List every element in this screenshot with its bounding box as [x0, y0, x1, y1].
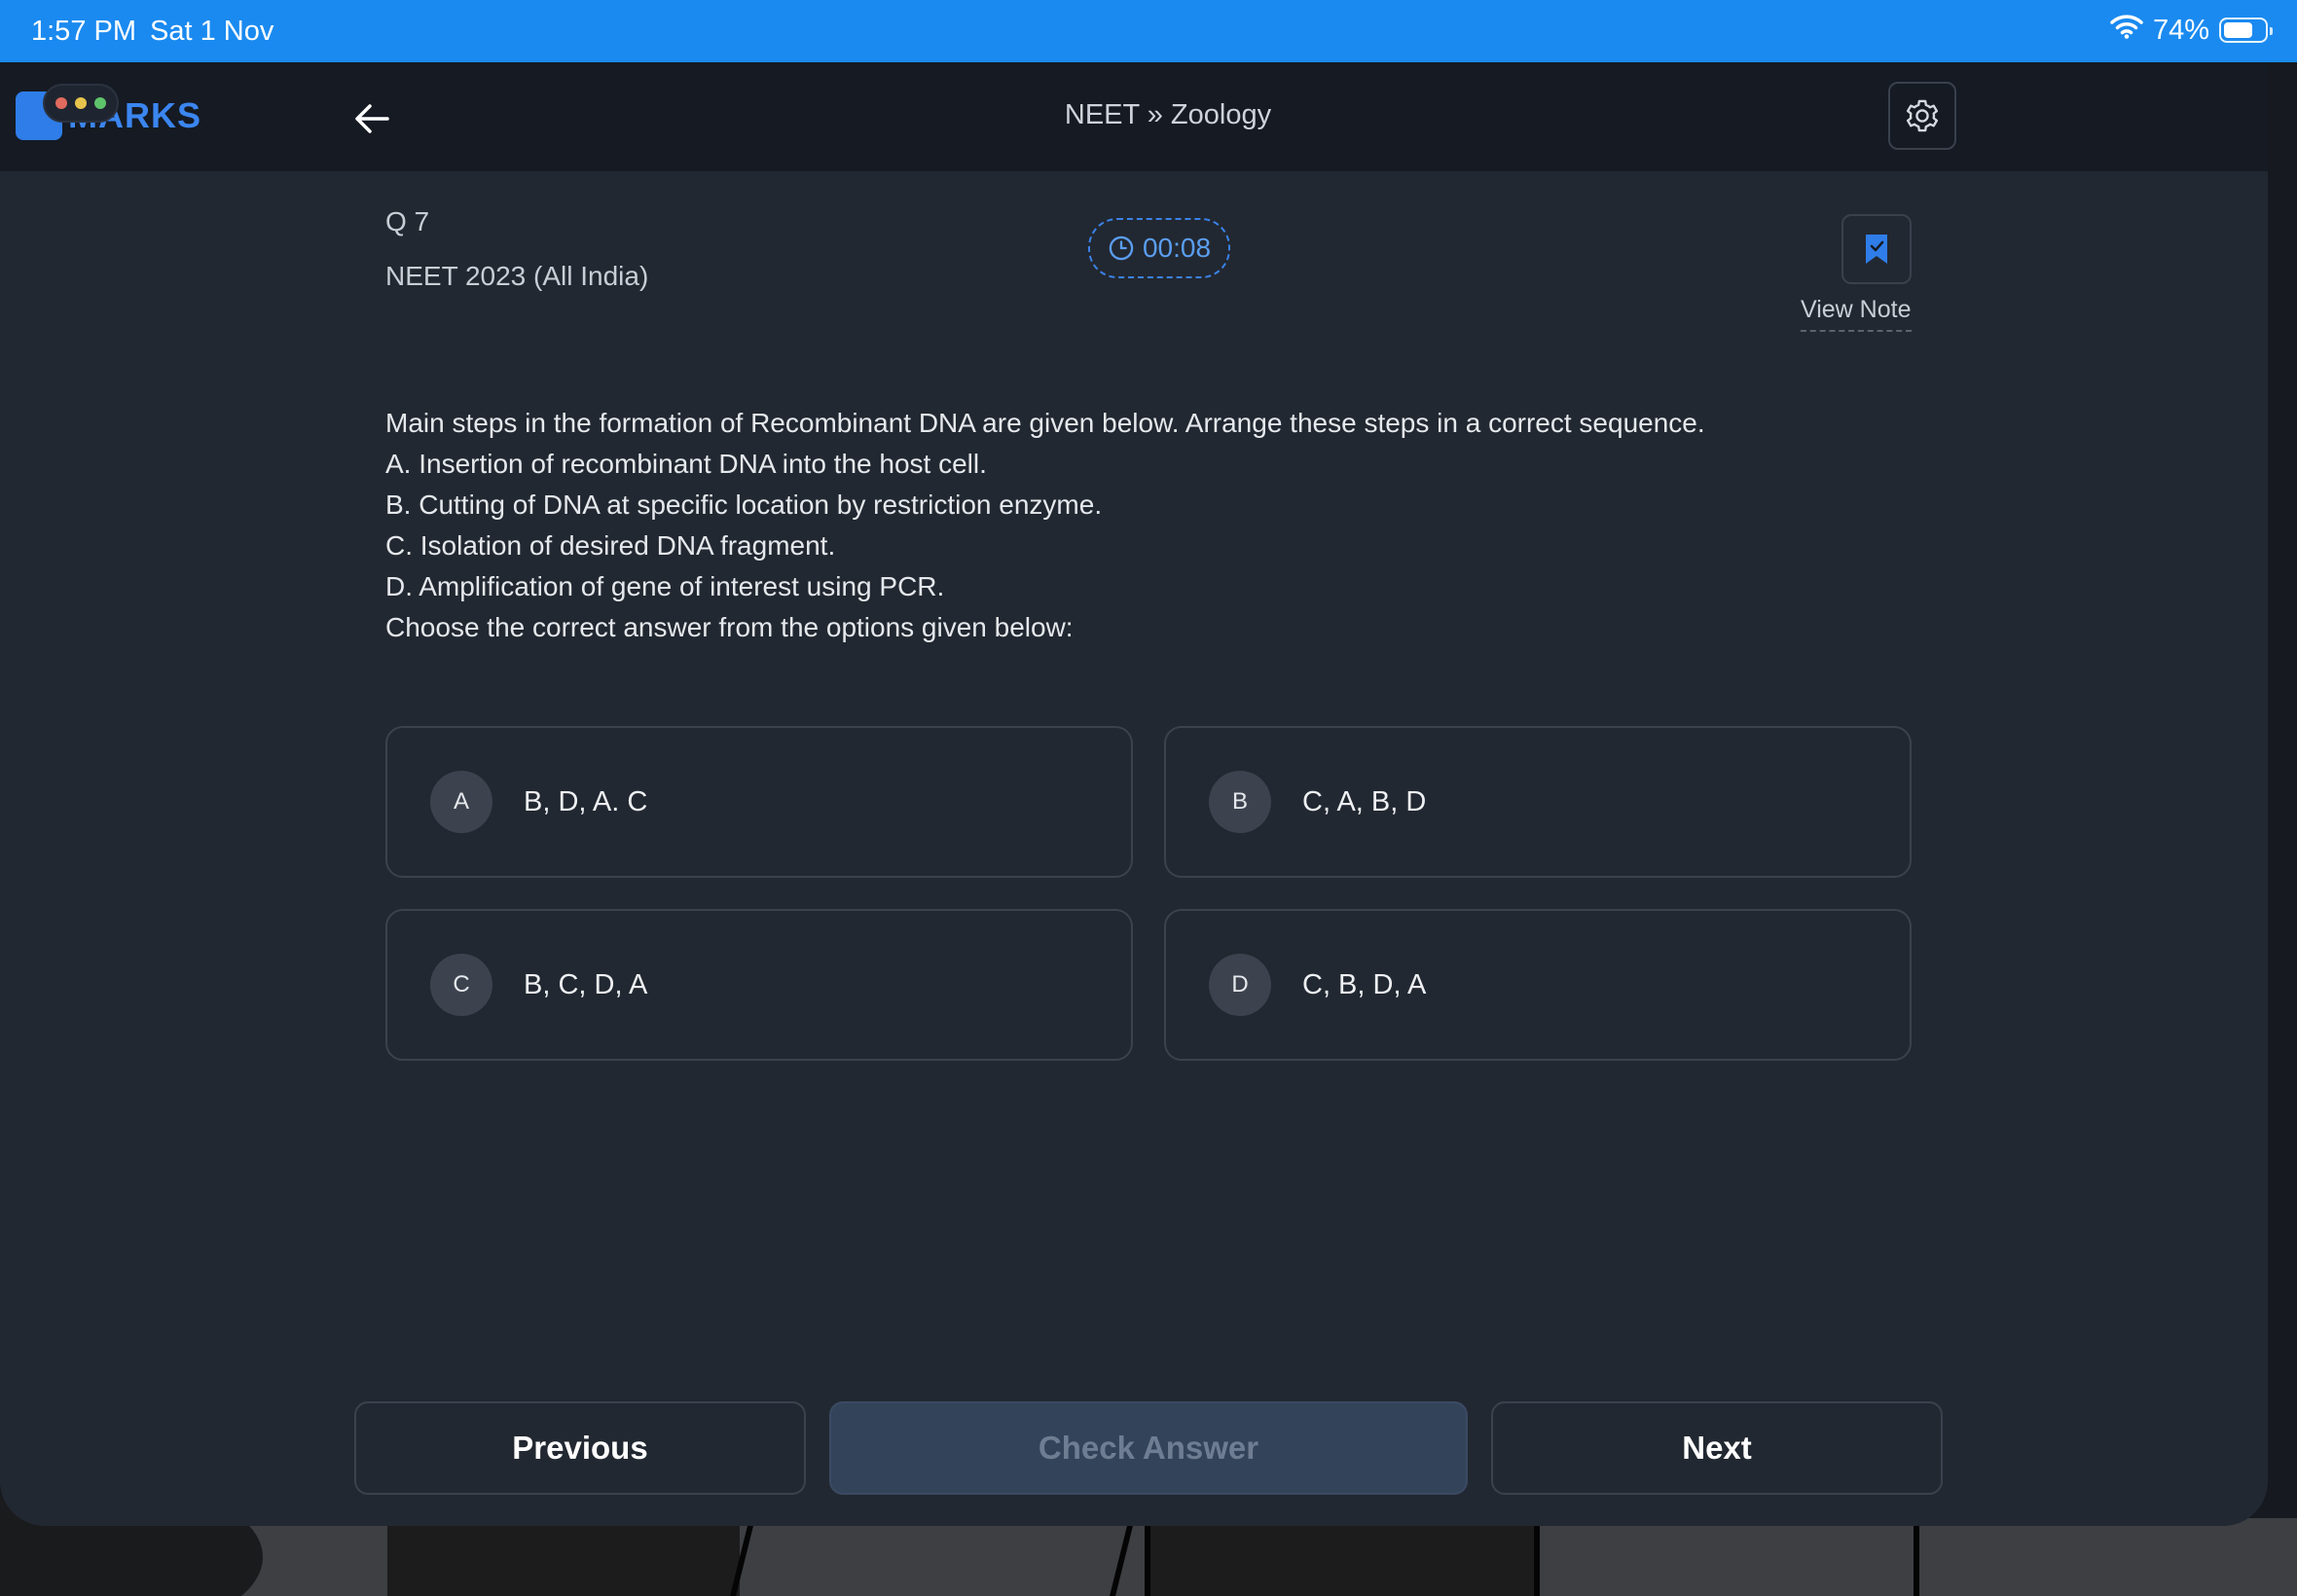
wallpaper-line — [1534, 1518, 1540, 1596]
wallpaper-line — [1145, 1518, 1150, 1596]
view-note-link[interactable]: View Note — [1801, 296, 1912, 332]
option-letter: D — [1209, 954, 1271, 1016]
option-text: C, B, D, A — [1302, 968, 1427, 1000]
top-header: MARKS NEET » Zoology — [0, 62, 2268, 171]
bookmark-icon — [1866, 235, 1887, 264]
battery-tip — [2270, 27, 2273, 35]
wallpaper-panel — [1148, 1518, 1538, 1596]
question-number: Q 7 — [385, 206, 430, 236]
settings-button[interactable] — [1888, 82, 1956, 150]
resize-handle-icon[interactable] — [2235, 1520, 2268, 1526]
bookmark-button[interactable] — [1841, 214, 1912, 284]
question-line: D. Amplification of gene of interest usi… — [385, 571, 945, 601]
option-a[interactable]: A B, D, A. C — [385, 726, 1133, 878]
wallpaper-line — [1914, 1518, 1919, 1596]
wifi-icon — [2110, 14, 2143, 47]
option-d[interactable]: D C, B, D, A — [1164, 909, 1912, 1061]
option-text: B, D, A. C — [524, 785, 648, 817]
option-text: B, C, D, A — [524, 968, 648, 1000]
check-answer-button[interactable]: Check Answer — [829, 1401, 1468, 1495]
question-line: Choose the correct answer from the optio… — [385, 612, 1074, 642]
app-window: MARKS NEET » Zoology Q 7 NEET 2023 (All … — [0, 62, 2268, 1526]
question-text: Main steps in the formation of Recombina… — [385, 403, 1943, 648]
question-source: NEET 2023 (All India) — [385, 261, 649, 291]
option-c[interactable]: C B, C, D, A — [385, 909, 1133, 1061]
gear-icon — [1906, 99, 1939, 132]
question-line: B. Cutting of DNA at specific location b… — [385, 490, 1103, 520]
question-line: A. Insertion of recombinant DNA into the… — [385, 449, 987, 479]
question-line: C. Isolation of desired DNA fragment. — [385, 530, 836, 561]
battery-icon — [2219, 18, 2273, 43]
status-time: 1:57 PM — [31, 16, 136, 47]
battery-percent: 74% — [2152, 14, 2209, 46]
option-letter: C — [430, 954, 492, 1016]
wallpaper-panel — [387, 1518, 740, 1596]
next-button[interactable]: Next — [1491, 1401, 1943, 1495]
option-letter: A — [430, 771, 492, 833]
status-right: 74% — [2110, 14, 2273, 47]
question-line: Main steps in the formation of Recombina… — [385, 408, 1705, 438]
question-timer: 00:08 — [1088, 218, 1230, 278]
option-text: C, A, B, D — [1302, 785, 1427, 817]
timer-value: 00:08 — [1142, 233, 1212, 263]
status-bar: 1:57 PM Sat 1 Nov 74% — [0, 0, 2297, 62]
screen: 1:57 PM Sat 1 Nov 74% MARKS NEET » Zoolo… — [0, 0, 2297, 1596]
status-date: Sat 1 Nov — [150, 16, 274, 47]
option-b[interactable]: B C, A, B, D — [1164, 726, 1912, 878]
previous-button[interactable]: Previous — [354, 1401, 806, 1495]
clock-icon — [1109, 236, 1134, 261]
battery-fill — [2224, 22, 2252, 38]
option-letter: B — [1209, 771, 1271, 833]
